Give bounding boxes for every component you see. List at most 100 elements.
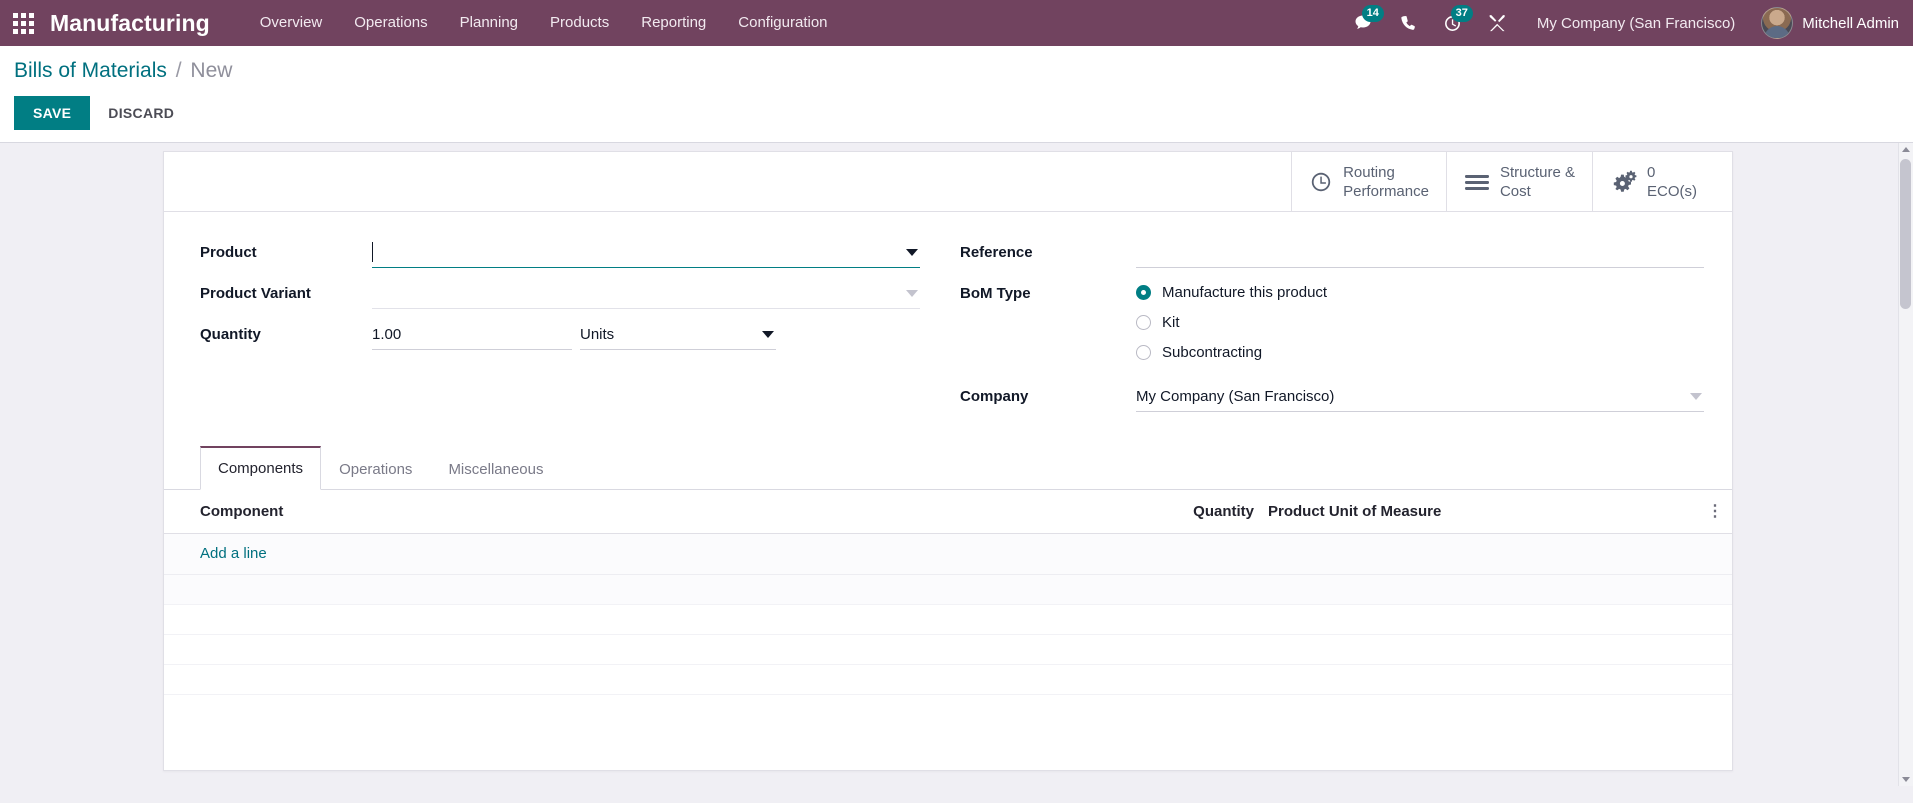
add-a-line-cell: Add a line	[164, 533, 1732, 575]
stat-button-structure-and-cost[interactable]: Structure & Cost	[1445, 152, 1592, 211]
vertical-dots-icon[interactable]: ⋮	[1701, 504, 1729, 520]
quantity-label: Quantity	[200, 326, 261, 343]
form-column-left: Product Product Variant Quantity 1.00 Un…	[164, 238, 948, 423]
field-row-product: Product	[200, 238, 920, 270]
components-table: Component Quantity Product Unit of Measu…	[164, 490, 1732, 695]
activities-button[interactable]: 37	[1430, 0, 1475, 46]
breadcrumb-bills-of-materials[interactable]: Bills of Materials	[14, 59, 167, 82]
eco-count: 0	[1647, 163, 1656, 181]
control-panel-buttons: SAVE DISCARD	[14, 96, 1913, 130]
menu-item-products[interactable]: Products	[534, 7, 625, 39]
company-input[interactable]	[1136, 382, 1704, 412]
phone-button[interactable]	[1386, 0, 1430, 46]
product-variant-field-wrapper	[372, 279, 920, 309]
form-view-background: Routing Performance Structure & Cost 0 E…	[0, 143, 1913, 786]
list-lines-icon	[1464, 172, 1490, 192]
user-menu[interactable]: Mitchell Admin	[1751, 7, 1899, 39]
form-column-right: Reference BoM Type Manufacture this prod…	[948, 238, 1732, 423]
tab-miscellaneous[interactable]: Miscellaneous	[430, 448, 561, 490]
product-variant-dropdown-arrow	[906, 290, 918, 297]
breadcrumb: Bills of Materials / New	[14, 56, 1913, 86]
column-header-component[interactable]: Component	[164, 490, 1160, 534]
optional-columns-header: ⋮	[1698, 490, 1732, 534]
form-fields-area: Product Product Variant Quantity 1.00 Un…	[164, 212, 1732, 423]
field-row-product-variant: Product Variant	[200, 279, 920, 311]
navbar-right-tools: 14 37 My Company (San Francisco) Mitchel…	[1340, 0, 1899, 46]
gears-icon	[1610, 170, 1637, 194]
record-form-sheet: Routing Performance Structure & Cost 0 E…	[163, 151, 1733, 771]
vertical-scrollbar[interactable]	[1898, 143, 1913, 786]
stat-button-label: 0 ECO(s)	[1647, 163, 1697, 201]
company-field-wrapper	[1136, 382, 1704, 412]
radio-kit-label: Kit	[1162, 314, 1180, 331]
routing-performance-line1: Routing	[1343, 163, 1395, 181]
app-brand-title[interactable]: Manufacturing	[50, 10, 210, 37]
activities-count-badge: 37	[1450, 5, 1473, 22]
column-header-product-uom[interactable]: Product Unit of Measure	[1268, 490, 1698, 534]
notebook: Components Operations Miscellaneous Comp…	[164, 445, 1732, 695]
field-row-quantity: Quantity	[200, 320, 920, 352]
stat-button-ecos[interactable]: 0 ECO(s)	[1592, 152, 1732, 211]
add-a-line-link[interactable]: Add a line	[200, 545, 267, 562]
menu-item-planning[interactable]: Planning	[444, 7, 534, 39]
uom-input[interactable]	[580, 320, 776, 350]
breadcrumb-current-record: New	[190, 59, 233, 82]
tab-operations[interactable]: Operations	[321, 448, 430, 490]
stat-button-box: Routing Performance Structure & Cost 0 E…	[164, 152, 1732, 212]
tab-components[interactable]: Components	[200, 446, 322, 490]
messages-button[interactable]: 14	[1340, 0, 1386, 46]
reference-input[interactable]	[1136, 238, 1704, 268]
product-input[interactable]	[372, 238, 920, 268]
radio-subcontracting[interactable]	[1136, 345, 1151, 360]
routing-performance-line2: Performance	[1343, 182, 1429, 200]
quantity-input-wrapper	[372, 320, 572, 350]
uom-field-wrapper	[580, 320, 776, 350]
clock-icon	[1309, 170, 1333, 194]
top-navbar: Manufacturing Overview Operations Planni…	[0, 0, 1913, 46]
radio-kit[interactable]	[1136, 315, 1151, 330]
odoo-application-window: Manufacturing Overview Operations Planni…	[0, 0, 1913, 803]
product-variant-input	[372, 279, 920, 309]
discard-button[interactable]: DISCARD	[90, 96, 192, 130]
radio-manufacture[interactable]	[1136, 285, 1151, 300]
control-panel: Bills of Materials / New SAVE DISCARD	[0, 46, 1913, 143]
bom-type-option-kit[interactable]: Kit	[1136, 313, 1704, 332]
field-row-bom-type: BoM Type Manufacture this product Kit Su…	[960, 279, 1704, 373]
bom-type-option-manufacture[interactable]: Manufacture this product	[1136, 283, 1704, 302]
apps-grid-icon[interactable]	[10, 10, 36, 36]
user-avatar	[1761, 7, 1794, 39]
components-table-body: Add a line	[164, 533, 1732, 695]
menu-item-operations[interactable]: Operations	[338, 7, 443, 39]
menu-item-reporting[interactable]: Reporting	[625, 7, 722, 39]
stat-button-label: Routing Performance	[1343, 163, 1429, 201]
main-menu: Overview Operations Planning Products Re…	[244, 7, 844, 39]
quantity-input[interactable]	[372, 320, 572, 350]
product-dropdown-arrow[interactable]	[906, 249, 918, 256]
stat-button-routing-performance[interactable]: Routing Performance	[1291, 152, 1446, 211]
company-label: Company	[960, 388, 1029, 405]
field-row-reference: Reference	[960, 238, 1704, 270]
scrollbar-thumb[interactable]	[1900, 159, 1911, 309]
components-table-head: Component Quantity Product Unit of Measu…	[164, 490, 1732, 534]
breadcrumb-separator: /	[175, 59, 182, 82]
user-name-label: Mitchell Admin	[1802, 14, 1899, 32]
table-filler-row	[164, 634, 1732, 665]
product-label: Product	[200, 244, 257, 261]
bom-type-label: BoM Type	[960, 285, 1031, 302]
uom-dropdown-arrow[interactable]	[762, 331, 774, 338]
wrench-tools-icon[interactable]	[1475, 0, 1521, 46]
save-button[interactable]: SAVE	[14, 96, 91, 130]
menu-item-configuration[interactable]: Configuration	[722, 7, 843, 39]
add-a-line-row: Add a line	[164, 533, 1732, 575]
scroll-up-arrow-icon[interactable]	[1902, 147, 1910, 152]
bom-type-option-subcontracting[interactable]: Subcontracting	[1136, 343, 1704, 362]
menu-item-overview[interactable]: Overview	[244, 7, 339, 39]
field-row-company: Company	[960, 382, 1704, 414]
company-switcher[interactable]: My Company (San Francisco)	[1521, 15, 1751, 32]
column-header-quantity[interactable]: Quantity	[1160, 490, 1268, 534]
notebook-tabs: Components Operations Miscellaneous	[164, 445, 1732, 490]
scroll-down-arrow-icon[interactable]	[1902, 777, 1910, 782]
company-dropdown-arrow[interactable]	[1690, 393, 1702, 400]
quantity-field-wrapper	[372, 320, 920, 350]
eco-label: ECO(s)	[1647, 182, 1697, 200]
